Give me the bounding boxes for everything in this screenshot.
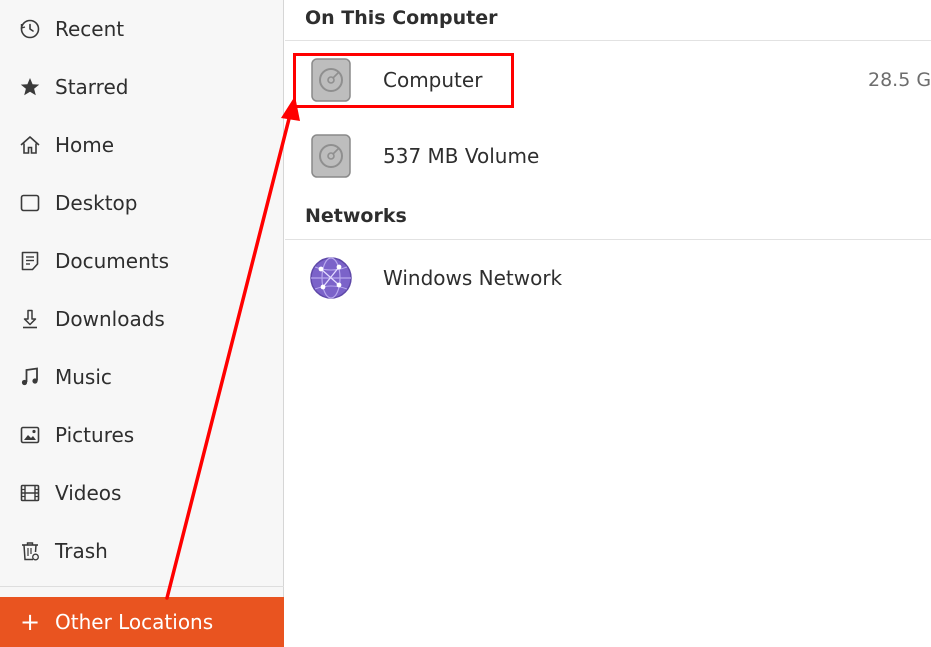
download-icon bbox=[18, 307, 42, 331]
sidebar-item-pictures[interactable]: Pictures bbox=[0, 412, 284, 458]
sidebar-item-label: Other Locations bbox=[55, 610, 214, 634]
location-row-windows-network[interactable]: Windows Network bbox=[285, 245, 931, 311]
document-icon bbox=[18, 249, 42, 273]
sidebar-item-recent[interactable]: Recent bbox=[0, 6, 284, 52]
sidebar-item-label: Home bbox=[55, 133, 115, 157]
sidebar-item-label: Starred bbox=[55, 75, 129, 99]
sidebar: Recent Starred Home Desktop Documents Do… bbox=[0, 0, 284, 647]
sidebar-item-desktop[interactable]: Desktop bbox=[0, 180, 284, 226]
sidebar-item-label: Videos bbox=[55, 481, 122, 505]
sidebar-item-label: Downloads bbox=[55, 307, 165, 331]
sidebar-item-home[interactable]: Home bbox=[0, 122, 284, 168]
clock-icon bbox=[18, 17, 42, 41]
drive-icon bbox=[309, 133, 353, 179]
location-size: 28.5 G bbox=[868, 69, 931, 91]
video-icon bbox=[18, 481, 42, 505]
network-globe-icon bbox=[309, 255, 353, 301]
desktop-icon bbox=[18, 191, 42, 215]
section-title-on-this-computer: On This Computer bbox=[305, 7, 498, 29]
star-icon bbox=[18, 75, 42, 99]
trash-icon bbox=[18, 539, 42, 563]
picture-icon bbox=[18, 423, 42, 447]
sidebar-item-music[interactable]: Music bbox=[0, 354, 284, 400]
sidebar-item-label: Music bbox=[55, 365, 112, 389]
section-title-networks: Networks bbox=[305, 205, 407, 227]
location-row-computer[interactable]: Computer 28.5 G bbox=[285, 47, 931, 113]
locations-view: On This Computer Computer 28.5 G 537 MB … bbox=[285, 0, 931, 647]
sidebar-item-label: Pictures bbox=[55, 423, 135, 447]
sidebar-separator bbox=[0, 586, 284, 587]
home-icon bbox=[18, 133, 42, 157]
sidebar-item-other-locations[interactable]: + Other Locations bbox=[0, 597, 284, 647]
sidebar-item-videos[interactable]: Videos bbox=[0, 470, 284, 516]
sidebar-item-trash[interactable]: Trash bbox=[0, 528, 284, 574]
location-name: 537 MB Volume bbox=[383, 144, 540, 168]
music-icon bbox=[18, 365, 42, 389]
sidebar-item-label: Trash bbox=[55, 539, 108, 563]
sidebar-item-starred[interactable]: Starred bbox=[0, 64, 284, 110]
drive-icon bbox=[309, 57, 353, 103]
sidebar-item-documents[interactable]: Documents bbox=[0, 238, 284, 284]
location-row-537-mb-volume[interactable]: 537 MB Volume bbox=[285, 123, 931, 189]
sidebar-item-downloads[interactable]: Downloads bbox=[0, 296, 284, 342]
sidebar-item-label: Documents bbox=[55, 249, 170, 273]
location-name: Windows Network bbox=[383, 266, 563, 290]
plus-icon: + bbox=[19, 608, 41, 636]
section-divider bbox=[285, 239, 931, 240]
section-divider bbox=[285, 40, 931, 41]
location-name: Computer bbox=[383, 68, 483, 92]
sidebar-item-label: Desktop bbox=[55, 191, 138, 215]
sidebar-item-label: Recent bbox=[55, 17, 125, 41]
